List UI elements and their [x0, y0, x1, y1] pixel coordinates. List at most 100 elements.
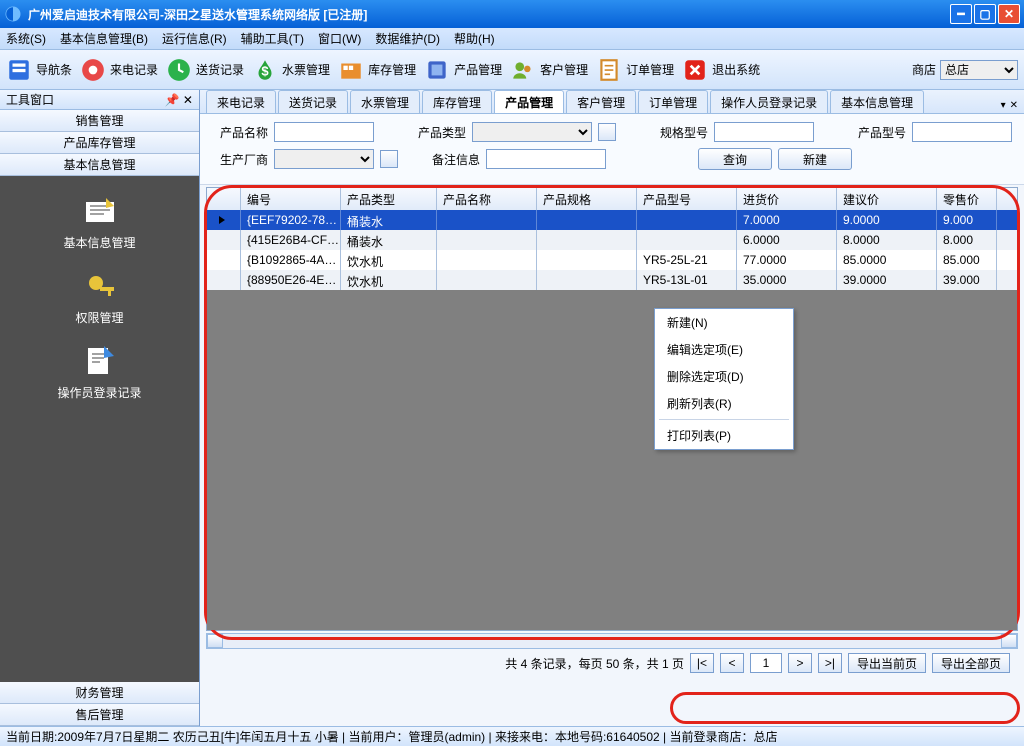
- page-summary: 共 4 条记录，每页 50 条，共 1 页: [505, 655, 684, 672]
- cell-id: {EEF79202-78…: [241, 210, 341, 230]
- scroll-left-icon[interactable]: [207, 634, 223, 648]
- menu-baseinfo[interactable]: 基本信息管理(B): [60, 30, 148, 47]
- col-type[interactable]: 产品类型: [341, 188, 437, 210]
- filter-model-input[interactable]: [912, 122, 1012, 142]
- horizontal-scrollbar[interactable]: [206, 633, 1018, 649]
- new-button[interactable]: 新建: [778, 148, 852, 170]
- store-selector: 商店 总店: [912, 60, 1018, 80]
- tab-dropdown-icon[interactable]: ▾: [1001, 100, 1006, 111]
- tool-exit-label: 退出系统: [712, 61, 760, 78]
- side-section-aftersale[interactable]: 售后管理: [0, 704, 199, 726]
- page-next-button[interactable]: >: [788, 653, 812, 673]
- filter-name-input[interactable]: [274, 122, 374, 142]
- main-toolbar: 导航条 来电记录 送货记录 $水票管理 库存管理 产品管理 客户管理 订单管理 …: [0, 50, 1024, 90]
- ctx-edit[interactable]: 编辑选定项(E): [655, 336, 793, 363]
- tab-loginlog[interactable]: 操作人员登录记录: [710, 90, 828, 113]
- menu-window[interactable]: 窗口(W): [318, 30, 361, 47]
- col-spec[interactable]: 产品规格: [537, 188, 637, 210]
- sidebar-item-baseinfo[interactable]: 基本信息管理: [0, 194, 199, 251]
- sidebar-item-loginlog[interactable]: 操作员登录记录: [0, 344, 199, 401]
- table-row[interactable]: {B1092865-4A… 饮水机 YR5-25L-21 77.0000 85.…: [207, 250, 1017, 270]
- main-panel: 来电记录 送货记录 水票管理 库存管理 产品管理 客户管理 订单管理 操作人员登…: [200, 90, 1024, 726]
- cell-inprice: 6.0000: [737, 230, 837, 250]
- store-select[interactable]: 总店: [940, 60, 1018, 80]
- cell-sale: 85.000: [937, 250, 997, 270]
- ctx-delete[interactable]: 删除选定项(D): [655, 363, 793, 390]
- cell-model: YR5-25L-21: [637, 250, 737, 270]
- close-button[interactable]: ✕: [998, 4, 1020, 24]
- tab-calllog[interactable]: 来电记录: [206, 90, 276, 113]
- side-section-sales[interactable]: 销售管理: [0, 110, 199, 132]
- tab-order[interactable]: 订单管理: [638, 90, 708, 113]
- tool-nav[interactable]: 导航条: [6, 57, 72, 83]
- col-model[interactable]: 产品型号: [637, 188, 737, 210]
- menu-system[interactable]: 系统(S): [6, 30, 46, 47]
- tab-product[interactable]: 产品管理: [494, 90, 564, 113]
- tab-delivery[interactable]: 送货记录: [278, 90, 348, 113]
- tool-calllog[interactable]: 来电记录: [80, 57, 158, 83]
- col-inprice[interactable]: 进货价: [737, 188, 837, 210]
- tab-ticket[interactable]: 水票管理: [350, 90, 420, 113]
- tool-delivery[interactable]: 送货记录: [166, 57, 244, 83]
- sidebar-item-permission[interactable]: 权限管理: [0, 269, 199, 326]
- customer-icon: [510, 57, 536, 83]
- table-row[interactable]: {EEF79202-78… 桶装水 7.0000 9.0000 9.000: [207, 210, 1017, 230]
- menu-data[interactable]: 数据维护(D): [375, 30, 440, 47]
- export-page-button[interactable]: 导出当前页: [848, 653, 926, 673]
- side-section-stock[interactable]: 产品库存管理: [0, 132, 199, 154]
- cell-name: [437, 210, 537, 230]
- tool-order[interactable]: 订单管理: [596, 57, 674, 83]
- maximize-button[interactable]: ▢: [974, 4, 996, 24]
- side-section-finance[interactable]: 财务管理: [0, 682, 199, 704]
- tool-stock[interactable]: 库存管理: [338, 57, 416, 83]
- vendor-picker-icon[interactable]: [380, 150, 398, 168]
- menu-help[interactable]: 帮助(H): [454, 30, 495, 47]
- tab-strip-controls: ▾✕: [1001, 100, 1018, 113]
- cell-id: {88950E26-4E…: [241, 270, 341, 290]
- cell-id: {B1092865-4A…: [241, 250, 341, 270]
- page-last-button[interactable]: >|: [818, 653, 842, 673]
- annotation-highlight: [670, 692, 1020, 724]
- ctx-new[interactable]: 新建(N): [655, 309, 793, 336]
- tab-customer[interactable]: 客户管理: [566, 90, 636, 113]
- filter-type-label: 产品类型: [410, 124, 466, 141]
- tool-product[interactable]: 产品管理: [424, 57, 502, 83]
- filter-remark-input[interactable]: [486, 149, 606, 169]
- tool-ticket[interactable]: $水票管理: [252, 57, 330, 83]
- menu-tools[interactable]: 辅助工具(T): [241, 30, 304, 47]
- col-select[interactable]: [207, 188, 241, 210]
- page-first-button[interactable]: |<: [690, 653, 714, 673]
- page-input[interactable]: [750, 653, 782, 673]
- title-bar: 广州爱启迪技术有限公司-深田之星送水管理系统网络版 [已注册] ━ ▢ ✕: [0, 0, 1024, 28]
- filter-vendor-select[interactable]: [274, 149, 374, 169]
- minimize-button[interactable]: ━: [950, 4, 972, 24]
- ctx-refresh[interactable]: 刷新列表(R): [655, 390, 793, 417]
- page-prev-button[interactable]: <: [720, 653, 744, 673]
- col-id[interactable]: 编号: [241, 188, 341, 210]
- tab-close-icon[interactable]: ✕: [1010, 100, 1018, 111]
- table-row[interactable]: {415E26B4-CF… 桶装水 6.0000 8.0000 8.000: [207, 230, 1017, 250]
- table-row[interactable]: {88950E26-4E… 饮水机 YR5-13L-01 35.0000 39.…: [207, 270, 1017, 290]
- tool-customer[interactable]: 客户管理: [510, 57, 588, 83]
- pin-icon[interactable]: 📌 ✕: [165, 93, 193, 107]
- side-section-baseinfo[interactable]: 基本信息管理: [0, 154, 199, 176]
- filter-spec-input[interactable]: [714, 122, 814, 142]
- tool-exit[interactable]: 退出系统: [682, 57, 760, 83]
- scroll-right-icon[interactable]: [1001, 634, 1017, 648]
- tab-stock[interactable]: 库存管理: [422, 90, 492, 113]
- col-name[interactable]: 产品名称: [437, 188, 537, 210]
- filter-vendor-label: 生产厂商: [212, 151, 268, 168]
- col-sale[interactable]: 零售价: [937, 188, 997, 210]
- filter-type-select[interactable]: [472, 122, 592, 142]
- delivery-icon: [166, 57, 192, 83]
- menu-runtime[interactable]: 运行信息(R): [162, 30, 227, 47]
- store-label: 商店: [912, 61, 936, 78]
- col-sugprice[interactable]: 建议价: [837, 188, 937, 210]
- tab-baseinfo[interactable]: 基本信息管理: [830, 90, 924, 113]
- cell-name: [437, 250, 537, 270]
- export-all-button[interactable]: 导出全部页: [932, 653, 1010, 673]
- type-picker-icon[interactable]: [598, 123, 616, 141]
- query-button[interactable]: 查询: [698, 148, 772, 170]
- sidebar-item-label: 基本信息管理: [0, 234, 199, 251]
- ctx-print[interactable]: 打印列表(P): [655, 422, 793, 449]
